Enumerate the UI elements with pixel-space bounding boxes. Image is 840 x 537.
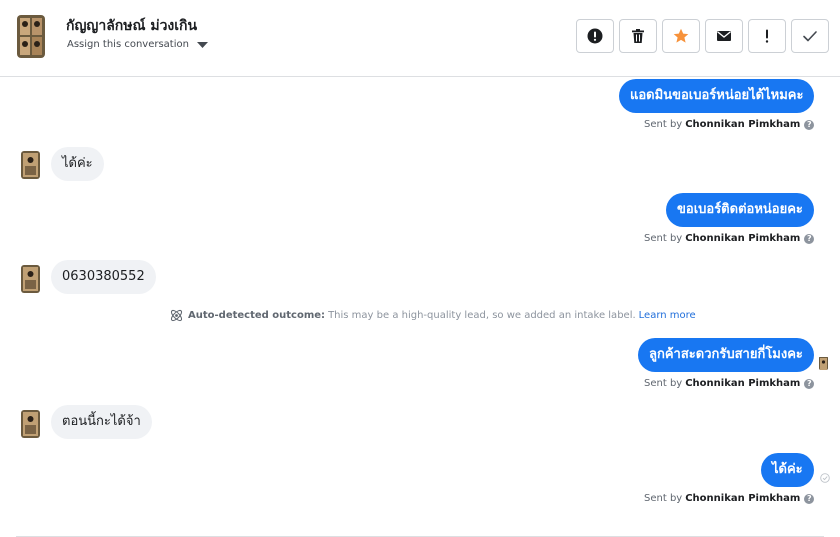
sender-name: Chonnikan Pimkham [685,493,801,504]
sent-by-label: Sent by Chonnikan Pimkham ? [644,119,815,130]
sender-name: Chonnikan Pimkham [685,119,801,130]
sent-by-label: Sent by Chonnikan Pimkham ? [644,493,815,504]
auto-outcome-text: This may be a high-quality lead, so we a… [328,310,636,321]
outgoing-message[interactable]: ลูกค้าสะดวกรับสายกี่โมงคะ [638,338,814,372]
auto-outcome-label: Auto-detected outcome: [188,310,326,321]
sent-by-label: Sent by Chonnikan Pimkham ? [644,378,815,389]
sender-name: Chonnikan Pimkham [685,378,801,389]
message-thread[interactable]: แอดมินขอเบอร์หน่อยได้ไหมคะ Sent by Chonn… [0,77,840,537]
incoming-message[interactable]: 0630380552 [51,260,156,294]
trash-icon [632,29,644,43]
sent-by-prefix: Sent by [644,119,683,130]
spam-button[interactable] [576,19,614,53]
outgoing-message[interactable]: แอดมินขอเบอร์หน่อยได้ไหมคะ [619,79,815,113]
alert-circle-icon [587,28,603,44]
delete-button[interactable] [619,19,657,53]
assign-conversation-dropdown[interactable]: Assign this conversation [67,39,208,50]
incoming-message[interactable]: ได้ค่ะ [51,147,104,181]
atom-icon [170,309,183,322]
help-icon[interactable]: ? [804,493,815,504]
assign-label: Assign this conversation [67,39,189,50]
help-icon[interactable]: ? [804,233,815,244]
mark-unread-button[interactable] [705,19,743,53]
help-icon[interactable]: ? [804,119,815,130]
contact-avatar-small [21,265,40,293]
star-button[interactable] [662,19,700,53]
sent-by-label: Sent by Chonnikan Pimkham ? [644,233,815,244]
mark-done-button[interactable] [791,19,829,53]
follow-up-button[interactable] [748,19,786,53]
delivered-check-icon [820,473,830,483]
exclamation-icon [765,29,769,43]
conversation-header: กัญญาลักษณ์ ม่วงเกิน Assign this convers… [0,0,840,77]
incoming-message[interactable]: ตอนนี้กะได้จ้า [51,405,152,439]
sent-by-prefix: Sent by [644,493,683,504]
learn-more-link[interactable]: Learn more [639,310,696,321]
sent-by-prefix: Sent by [644,233,683,244]
sender-name: Chonnikan Pimkham [685,233,801,244]
outgoing-message[interactable]: ขอเบอร์ติดต่อหน่อยคะ [666,193,814,227]
contact-name: กัญญาลักษณ์ ม่วงเกิน [66,18,198,34]
outgoing-message[interactable]: ได้ค่ะ [761,453,814,487]
check-icon [803,31,817,42]
star-icon [673,28,689,43]
caret-down-icon [196,41,208,48]
conversation-actions-toolbar [576,19,829,53]
contact-avatar-small [21,151,40,179]
contact-avatar-small [21,410,40,438]
sent-by-prefix: Sent by [644,378,683,389]
auto-detected-outcome-notice: Auto-detected outcome: This may be a hig… [169,308,696,323]
seen-avatar [819,356,828,370]
contact-avatar[interactable] [17,15,45,58]
help-icon[interactable]: ? [804,378,815,389]
envelope-icon [717,31,731,41]
